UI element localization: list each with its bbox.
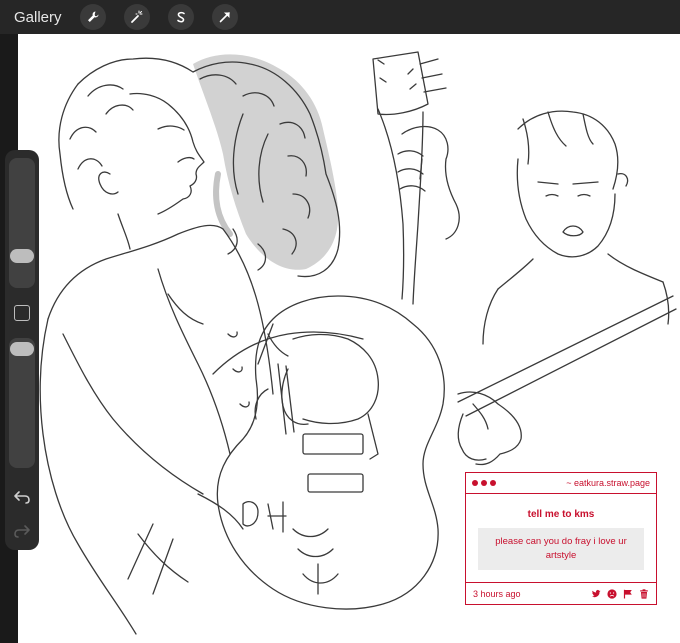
dot-icon (490, 480, 496, 486)
frown-icon[interactable] (607, 588, 617, 599)
window-dots (472, 480, 496, 486)
arrow-icon (219, 12, 230, 23)
selection-button[interactable] (167, 4, 194, 30)
top-toolbar: Gallery (0, 0, 680, 34)
brush-size-slider[interactable] (9, 158, 35, 288)
opacity-slider[interactable] (9, 338, 35, 468)
dot-icon (481, 480, 487, 486)
card-title: tell me to kms (527, 509, 595, 520)
selection-s-icon (176, 11, 185, 23)
left-sidebar (5, 150, 39, 550)
twitter-icon[interactable] (591, 589, 601, 599)
undo-icon[interactable] (13, 490, 31, 504)
trash-icon[interactable] (639, 588, 649, 599)
brush-size-thumb[interactable] (10, 249, 34, 263)
card-message: please can you do fray i love ur artstyl… (478, 528, 644, 570)
actions-button[interactable] (79, 4, 106, 30)
flag-icon[interactable] (623, 589, 633, 599)
dot-icon (472, 480, 478, 486)
transform-button[interactable] (211, 4, 238, 30)
card-actions (591, 588, 649, 599)
timestamp: 3 hours ago (473, 588, 521, 599)
gallery-button[interactable]: Gallery (14, 9, 62, 26)
adjustments-button[interactable] (123, 4, 150, 30)
card-header: ~ eatkura.straw.page (466, 473, 656, 494)
modify-button[interactable] (14, 305, 30, 321)
site-link[interactable]: ~ eatkura.straw.page (566, 478, 650, 488)
redo-icon[interactable] (13, 524, 31, 538)
wrench-icon (87, 11, 99, 22)
card-footer: 3 hours ago (466, 582, 656, 604)
opacity-thumb[interactable] (10, 342, 34, 356)
message-card: ~ eatkura.straw.page tell me to kms plea… (465, 472, 657, 605)
magic-wand-icon (130, 10, 143, 23)
